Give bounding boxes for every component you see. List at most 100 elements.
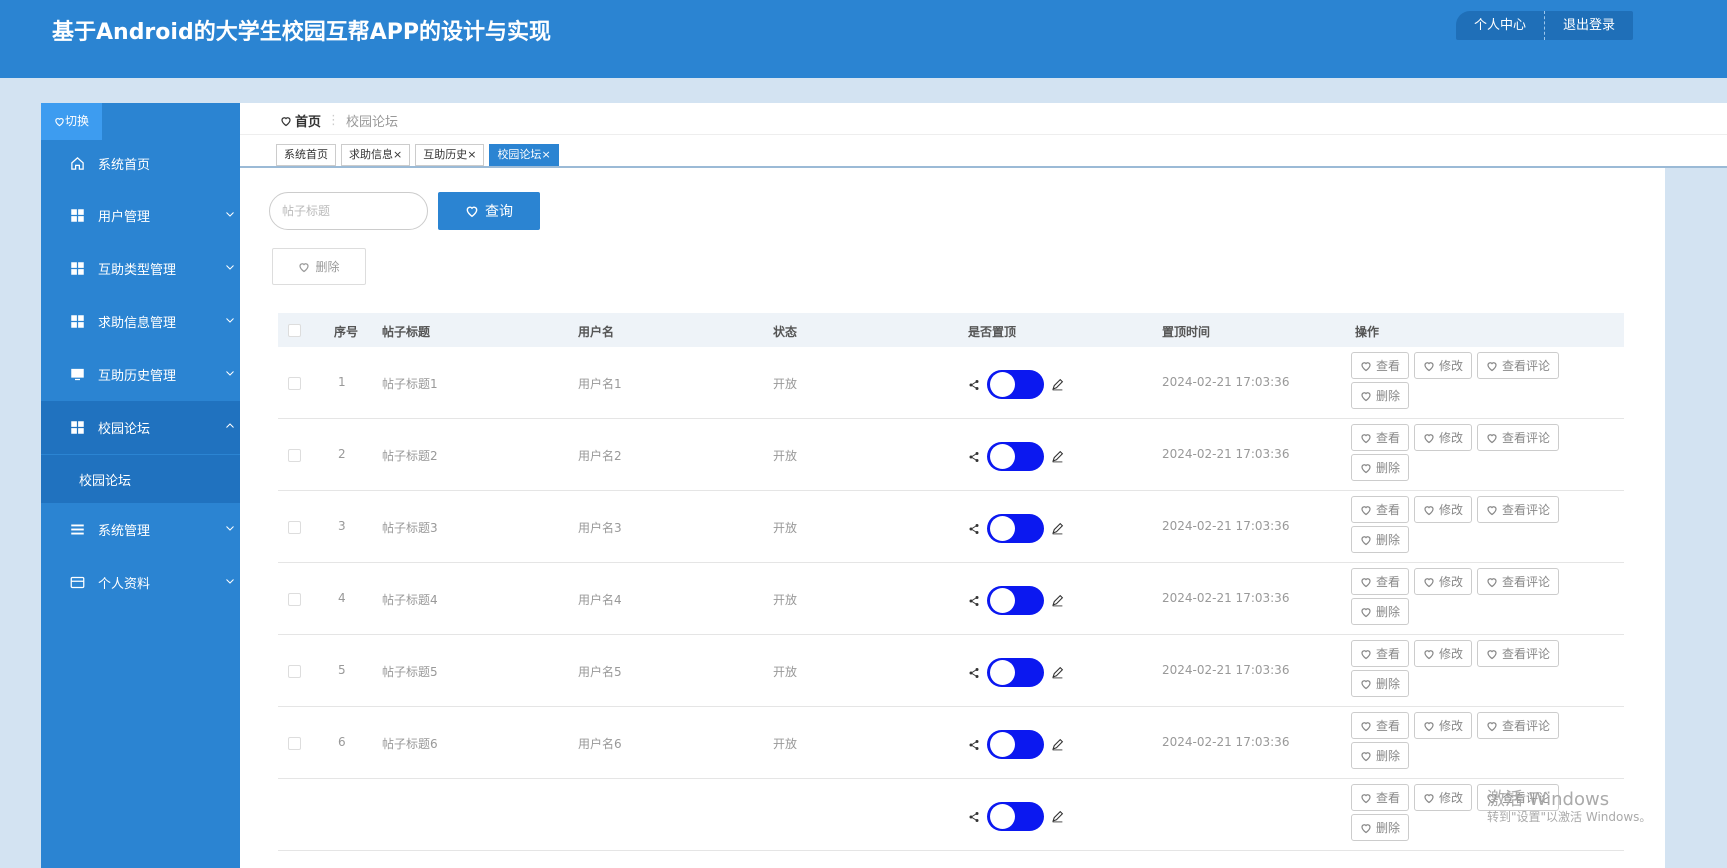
share-icon[interactable] [968,523,980,535]
view-comments-button[interactable]: 查看评论 [1477,424,1560,451]
view-comments-button[interactable]: 查看评论 [1477,712,1560,739]
close-icon[interactable]: × [541,148,550,161]
delete-button[interactable]: 删除 [1351,454,1410,481]
pinned-toggle[interactable] [987,514,1044,543]
heart-icon [1360,576,1372,588]
pinned-toggle[interactable] [987,658,1044,687]
edit-button[interactable]: 修改 [1414,640,1473,667]
heart-icon [298,261,310,273]
sidebar-item-4[interactable]: 互助历史管理 [41,348,240,401]
view-button[interactable]: 查看 [1351,352,1410,379]
edit-button[interactable]: 修改 [1414,352,1473,379]
view-button[interactable]: 查看 [1351,424,1410,451]
pinned-toggle[interactable] [987,802,1044,831]
chevron-down-icon [224,261,236,273]
cell-user: 用户名5 [578,665,622,679]
row-checkbox[interactable] [288,737,301,750]
grid-icon [70,261,85,276]
view-button[interactable]: 查看 [1351,568,1410,595]
view-button[interactable]: 查看 [1351,640,1410,667]
column-header-status: 状态 [773,325,798,339]
home-icon [70,156,85,171]
row-checkbox[interactable] [288,665,301,678]
row-checkbox[interactable] [288,377,301,390]
view-comments-label: 查看评论 [1502,719,1551,733]
view-comments-button[interactable]: 查看评论 [1477,496,1560,523]
view-button[interactable]: 查看 [1351,496,1410,523]
pinned-toggle[interactable] [987,730,1044,759]
pinned-toggle[interactable] [987,586,1044,615]
sidebar-item-7[interactable]: 个人资料 [41,556,240,609]
share-icon[interactable] [968,667,980,679]
pencil-icon[interactable] [1051,522,1064,535]
view-button[interactable]: 查看 [1351,784,1410,811]
pinned-toggle[interactable] [987,370,1044,399]
close-icon[interactable]: × [393,148,402,161]
sidebar-item-0[interactable]: 系统首页 [41,137,240,190]
tab-1[interactable]: 求助信息× [341,144,411,166]
pencil-icon[interactable] [1051,738,1064,751]
sidebar-item-2[interactable]: 互助类型管理 [41,242,240,295]
row-checkbox[interactable] [288,449,301,462]
submenu-item-forum[interactable]: 校园论坛 [79,470,131,489]
select-all-checkbox[interactable] [288,324,301,337]
delete-button[interactable]: 删除 [1351,670,1410,697]
view-button[interactable]: 查看 [1351,712,1410,739]
sidebar-item-5[interactable]: 校园论坛 [41,401,240,454]
row-checkbox[interactable] [288,593,301,606]
sidebar-item-3[interactable]: 求助信息管理 [41,295,240,348]
chevron-down-icon [224,208,236,220]
view-comments-button[interactable]: 查看评论 [1477,568,1560,595]
share-icon[interactable] [968,451,980,463]
delete-label: 删除 [1376,461,1401,475]
pencil-icon[interactable] [1051,810,1064,823]
edit-button[interactable]: 修改 [1414,568,1473,595]
delete-button[interactable]: 删除 [1351,382,1410,409]
heart-icon [1360,390,1372,402]
pencil-icon[interactable] [1051,594,1064,607]
share-icon[interactable] [968,739,980,751]
edit-button[interactable]: 修改 [1414,496,1473,523]
delete-button[interactable]: 删除 [1351,742,1410,769]
row-actions: 查看 修改 查看评论删除 [1351,424,1591,481]
delete-button[interactable]: 删除 [1351,814,1410,841]
pencil-icon[interactable] [1051,450,1064,463]
sidebar-item-label: 个人资料 [98,577,151,592]
sidebar-item-6[interactable]: 系统管理 [41,503,240,556]
tab-0[interactable]: 系统首页 [276,144,336,166]
logout-button[interactable]: 退出登录 [1544,11,1633,40]
pinned-cell [968,442,1064,471]
breadcrumb-home[interactable]: 首页 [280,111,321,130]
edit-button[interactable]: 修改 [1414,712,1473,739]
table-row: 2 帖子标题2 用户名2 开放 2024-02-21 17:03:36 查看 修改 查看评论删… [278,419,1624,491]
view-comments-button[interactable]: 查看评论 [1477,640,1560,667]
pinned-toggle[interactable] [987,442,1044,471]
share-icon[interactable] [968,595,980,607]
sidebar-item-1[interactable]: 用户管理 [41,189,240,242]
batch-delete-button[interactable]: 删除 [272,248,366,285]
heart-icon [280,115,292,127]
share-icon[interactable] [968,811,980,823]
switch-button[interactable]: 切换 [41,103,102,140]
pencil-icon[interactable] [1051,378,1064,391]
search-button[interactable]: 查询 [438,192,540,230]
pencil-icon[interactable] [1051,666,1064,679]
close-icon[interactable]: × [467,148,476,161]
delete-button[interactable]: 删除 [1351,598,1410,625]
row-actions: 查看 修改 查看评论删除 [1351,352,1591,409]
delete-button[interactable]: 删除 [1351,526,1410,553]
search-input[interactable] [269,192,428,230]
view-comments-button[interactable]: 查看评论 [1477,352,1560,379]
tab-3[interactable]: 校园论坛× [489,144,559,166]
heart-icon [1360,792,1372,804]
list-icon [70,522,85,537]
edit-button[interactable]: 修改 [1414,784,1473,811]
grid-icon [70,420,85,435]
windows-watermark-subtitle: 转到"设置"以激活 Windows。 [1487,810,1652,824]
profile-button[interactable]: 个人中心 [1456,11,1544,40]
row-checkbox[interactable] [288,521,301,534]
edit-button[interactable]: 修改 [1414,424,1473,451]
tab-2[interactable]: 互助历史× [415,144,485,166]
share-icon[interactable] [968,379,980,391]
chevron-down-icon [224,522,236,534]
